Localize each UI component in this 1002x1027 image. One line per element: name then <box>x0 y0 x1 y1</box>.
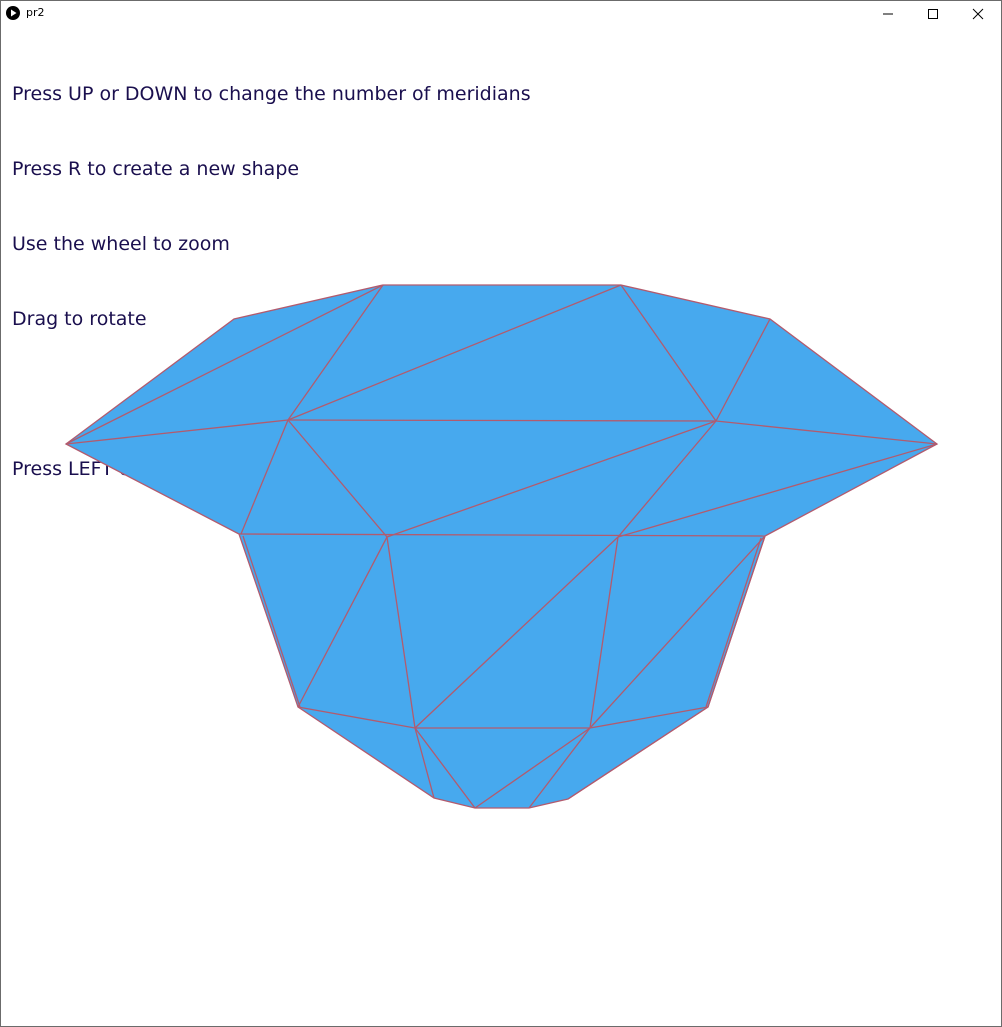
3d-shape[interactable] <box>1 27 1001 1026</box>
close-button[interactable] <box>955 1 1000 27</box>
shape-surface <box>64 284 939 809</box>
app-icon <box>6 6 20 20</box>
app-window: pr2 Press UP or DOWN to change the numbe… <box>0 0 1002 1027</box>
title-bar[interactable]: pr2 <box>1 1 1001 27</box>
minimize-icon <box>883 13 893 15</box>
shape-mesh <box>64 284 939 809</box>
window-title: pr2 <box>26 6 45 19</box>
render-canvas[interactable]: Press UP or DOWN to change the number of… <box>1 27 1001 1026</box>
maximize-icon <box>928 9 938 19</box>
minimize-button[interactable] <box>865 1 910 27</box>
close-icon <box>972 8 984 20</box>
maximize-button[interactable] <box>910 1 955 27</box>
